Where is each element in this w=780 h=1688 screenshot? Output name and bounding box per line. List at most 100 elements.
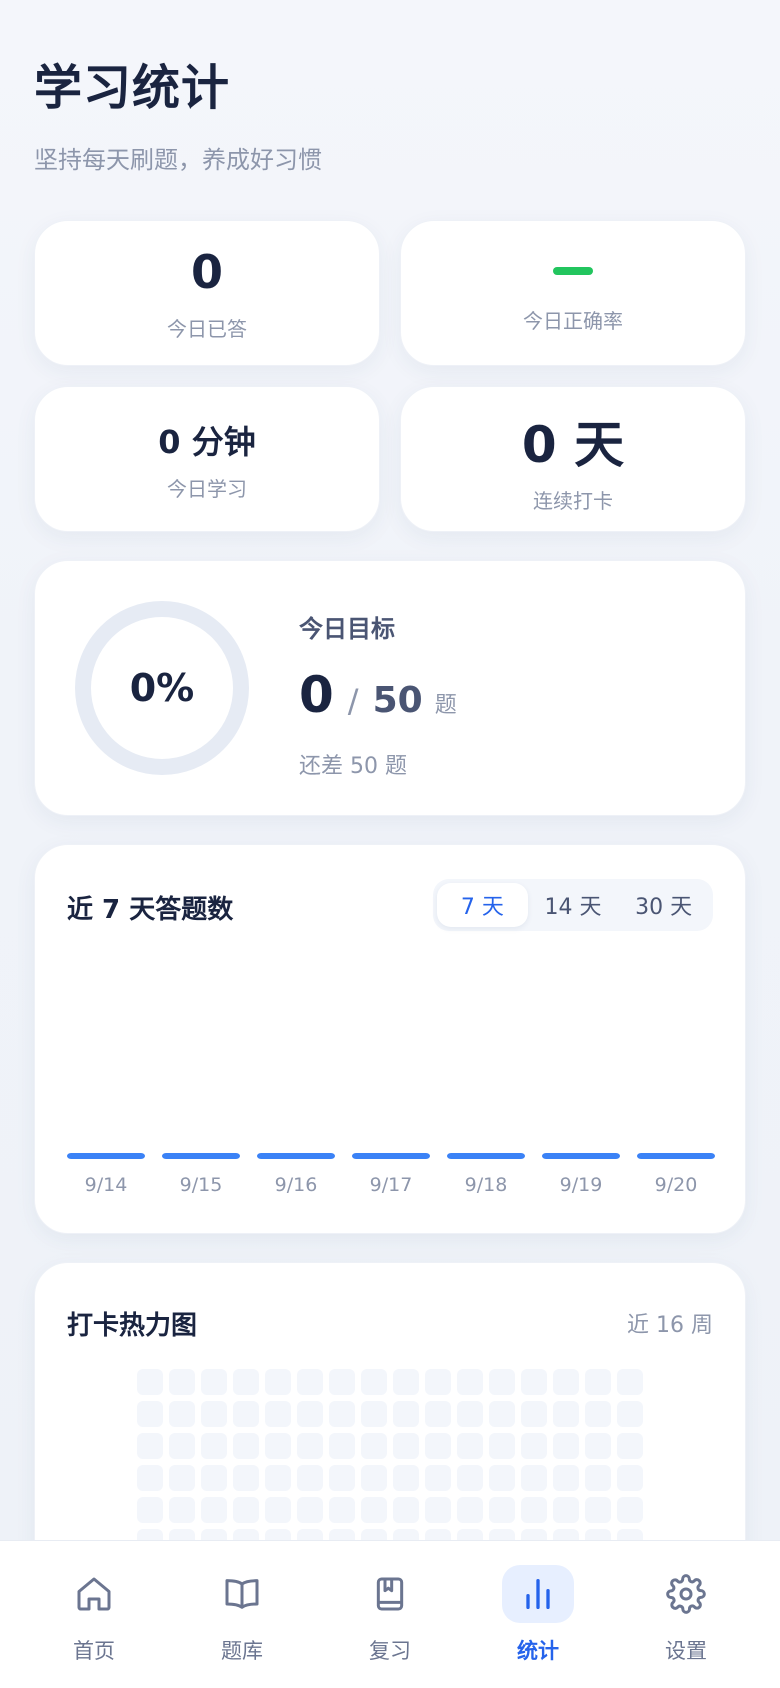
x-tick-label: 9/16 <box>275 1174 318 1196</box>
bar-chart: 9/14 9/15 9/16 9/17 9/18 9/19 9/20 <box>67 1153 715 1196</box>
stat-card-accuracy: 今日正确率 <box>400 220 746 366</box>
goal-remaining: 还差 50 题 <box>299 754 407 779</box>
stat-card-streak: 0 天 连续打卡 <box>400 386 746 532</box>
bar-chart-icon <box>502 1565 574 1623</box>
stat-value: 0 分钟 <box>158 422 256 461</box>
heatmap-cell <box>585 1401 611 1427</box>
tab-label: 题库 <box>221 1639 263 1663</box>
goal-progress-percent: 0% <box>129 666 195 710</box>
heatmap-cell <box>617 1433 643 1459</box>
stat-label: 今日学习 <box>167 476 247 501</box>
tab-label: 首页 <box>73 1639 115 1663</box>
x-tick-label: 9/14 <box>85 1174 128 1196</box>
tab-label: 复习 <box>369 1639 411 1663</box>
heatmap-cell <box>265 1369 291 1395</box>
x-tick-label: 9/17 <box>370 1174 413 1196</box>
x-tick-label: 9/15 <box>180 1174 223 1196</box>
heatmap-cell <box>393 1497 419 1523</box>
bar-9/17 <box>352 1153 430 1159</box>
heatmap-cell <box>553 1497 579 1523</box>
tab-review[interactable]: 复习 <box>330 1541 450 1688</box>
empty-value-dash <box>553 266 593 275</box>
heatmap-cell <box>265 1433 291 1459</box>
heatmap-cell <box>489 1369 515 1395</box>
x-tick-label: 9/18 <box>465 1174 508 1196</box>
stat-card-study-time: 0 分钟 今日学习 <box>34 386 380 532</box>
heatmap-cell <box>169 1369 195 1395</box>
heatmap-cell <box>329 1401 355 1427</box>
heatmap-cell <box>617 1369 643 1395</box>
heatmap-cell <box>361 1369 387 1395</box>
heatmap-cell <box>201 1401 227 1427</box>
stat-card-answered: 0 今日已答 <box>34 220 380 366</box>
heatmap-cell <box>521 1465 547 1491</box>
heatmap-cell <box>137 1465 163 1491</box>
heatmap-cell <box>425 1497 451 1523</box>
heatmap-cell <box>233 1433 259 1459</box>
page-subtitle: 坚持每天刷题，养成好习惯 <box>34 146 322 174</box>
heatmap-cell <box>361 1401 387 1427</box>
heatmap-cell <box>201 1465 227 1491</box>
heatmap-cell <box>585 1465 611 1491</box>
heatmap-title: 打卡热力图 <box>67 1311 198 1341</box>
heatmap-cell <box>585 1369 611 1395</box>
tab-home[interactable]: 首页 <box>34 1541 154 1688</box>
heatmap-cell <box>233 1369 259 1395</box>
heatmap-cell <box>585 1433 611 1459</box>
heatmap-cell <box>265 1401 291 1427</box>
heatmap-cell <box>361 1465 387 1491</box>
heatmap-cell <box>425 1401 451 1427</box>
heatmap-cell <box>425 1465 451 1491</box>
heatmap-cell <box>489 1433 515 1459</box>
heatmap-cell <box>201 1433 227 1459</box>
heatmap-cell <box>457 1497 483 1523</box>
heatmap-cell <box>521 1433 547 1459</box>
heatmap-cell <box>457 1433 483 1459</box>
goal-unit: 题 <box>434 693 457 718</box>
heatmap-cell <box>489 1401 515 1427</box>
heatmap-cell <box>457 1401 483 1427</box>
heatmap-cell <box>553 1401 579 1427</box>
heatmap-cell <box>361 1433 387 1459</box>
goal-count: 0 / 50 题 <box>299 666 457 724</box>
tab-label: 统计 <box>517 1639 559 1663</box>
heatmap-cell <box>393 1401 419 1427</box>
heatmap-cell <box>393 1433 419 1459</box>
heatmap-range: 近 16 周 <box>627 1313 713 1338</box>
heatmap-cell <box>201 1497 227 1523</box>
tab-settings[interactable]: 设置 <box>626 1541 746 1688</box>
heatmap-cell <box>329 1465 355 1491</box>
heatmap-cell <box>489 1465 515 1491</box>
heatmap-cell <box>169 1465 195 1491</box>
tab-label: 设置 <box>665 1639 707 1663</box>
heatmap-cell <box>297 1497 323 1523</box>
heatmap-cell <box>585 1497 611 1523</box>
heatmap-cell <box>297 1465 323 1491</box>
heatmap-cell <box>521 1369 547 1395</box>
tab-statistics[interactable]: 统计 <box>478 1541 598 1688</box>
tab-question-bank[interactable]: 题库 <box>182 1541 302 1688</box>
page-title: 学习统计 <box>34 60 231 116</box>
heatmap-cell <box>233 1465 259 1491</box>
x-tick-label: 9/19 <box>560 1174 603 1196</box>
goal-info: 今日目标 0 / 50 题 还差 50 题 <box>299 609 457 780</box>
heatmap-cell <box>425 1369 451 1395</box>
heatmap-cell <box>201 1369 227 1395</box>
daily-answers-chart-card: 近 7 天答题数 7 天 14 天 30 天 9/14 9/15 9/16 9/17 9… <box>34 844 746 1234</box>
bar-9/19 <box>542 1153 620 1159</box>
stat-value: 0 天 <box>521 415 625 474</box>
heatmap-cell <box>553 1465 579 1491</box>
goal-current: 0 <box>299 666 334 724</box>
stat-label: 今日已答 <box>167 316 247 341</box>
heatmap-cell <box>617 1465 643 1491</box>
heatmap-cell <box>521 1401 547 1427</box>
heatmap-cell <box>329 1433 355 1459</box>
bar-9/16 <box>257 1153 335 1159</box>
bar-9/15 <box>162 1153 240 1159</box>
bar-9/14 <box>67 1153 145 1159</box>
goal-total: 50 <box>372 680 423 721</box>
stat-value: 0 <box>190 244 223 299</box>
heatmap-cell <box>297 1369 323 1395</box>
goal-title: 今日目标 <box>299 615 395 643</box>
stat-label: 连续打卡 <box>533 488 613 513</box>
